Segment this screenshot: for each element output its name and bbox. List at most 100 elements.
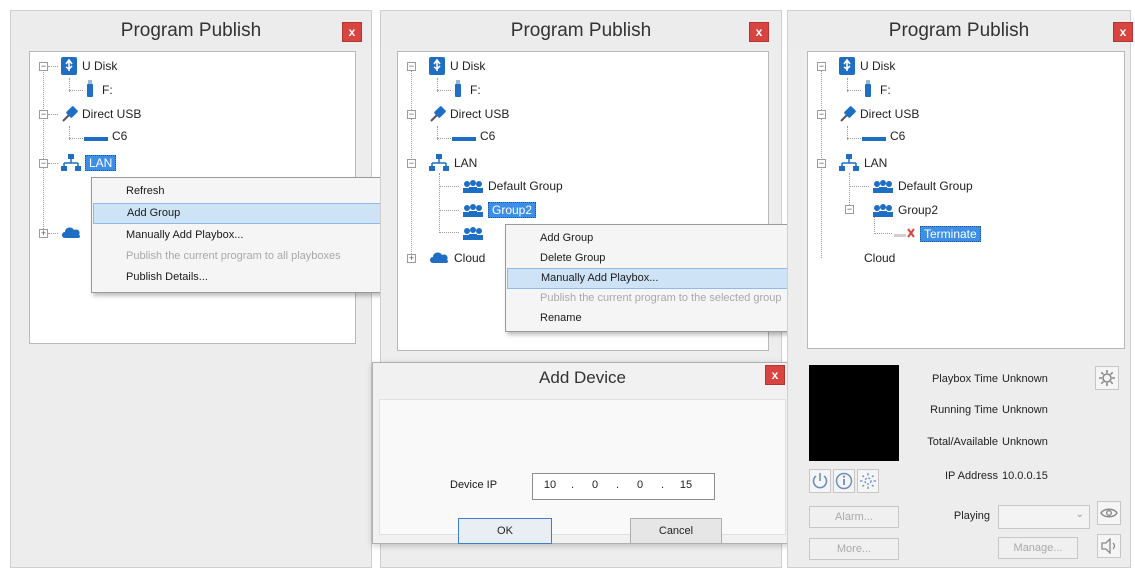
collapse-toggle[interactable]: − [407,159,416,168]
running-time-value: Unknown [1002,404,1048,416]
device-ip-input[interactable]: 10 . 0 . 0 . 15 [532,473,715,500]
more-button[interactable]: More... [809,538,899,560]
collapse-toggle[interactable]: − [817,159,826,168]
power-button[interactable] [809,469,831,493]
program-publish-panel-3: Program Publish x − U Disk F: − Direct U… [787,10,1133,568]
title-bar: Program Publish x [788,11,1133,49]
tree-node-lan[interactable]: LAN [454,153,477,173]
ip-address-value: 10.0.0.15 [1002,470,1048,482]
tree-node-group2[interactable]: Group2 [488,200,537,220]
title-bar: Program Publish x [381,11,781,49]
manage-button[interactable]: Manage... [998,537,1078,559]
tree-node-c6[interactable]: C6 [890,126,905,146]
playing-label: Playing [953,510,990,522]
brightness-button[interactable] [857,469,879,493]
collapse-toggle[interactable]: − [817,110,826,119]
total-available-value: Unknown [1002,436,1048,448]
volume-button[interactable] [1097,534,1121,558]
network-icon [429,154,449,171]
window-title: Program Publish [120,20,262,41]
group-icon [463,227,483,240]
tree-node-drive[interactable]: F: [880,80,891,100]
tree-node-c6[interactable]: C6 [112,126,127,146]
collapse-toggle[interactable]: − [817,62,826,71]
collapse-toggle[interactable]: − [39,110,48,119]
cancel-button[interactable]: Cancel [630,518,722,544]
tree-node-direct-usb[interactable]: Direct USB [450,104,509,124]
collapse-toggle[interactable]: − [407,62,416,71]
group-icon [463,180,483,193]
group-icon [463,204,483,217]
network-icon [61,154,81,171]
chevron-down-icon: ⌄ [1075,509,1084,520]
tree-node-udisk[interactable]: U Disk [450,56,485,76]
tree-node-drive[interactable]: F: [470,80,481,100]
tree-node-default-group[interactable]: Default Group [898,176,973,196]
tree-node-cloud[interactable]: Cloud [454,248,485,268]
device-icon [862,137,886,141]
ip-octet-1[interactable]: 10 [539,479,561,491]
running-time-label: Running Time [930,404,998,416]
ok-button[interactable]: OK [458,518,552,544]
device-icon [452,137,476,141]
tree-node-label: Terminate [920,226,981,242]
collapse-toggle[interactable]: − [39,62,48,71]
preview-button[interactable] [1097,501,1121,525]
tree-node-lan[interactable]: LAN [864,153,887,173]
tree-node-cloud[interactable]: Cloud [864,248,895,268]
alarm-button[interactable]: Alarm... [809,506,899,528]
expand-toggle[interactable]: + [407,254,416,263]
ip-octet-3[interactable]: 0 [629,479,651,491]
network-icon [839,154,859,171]
settings-icon [1099,370,1115,386]
collapse-toggle[interactable]: − [39,159,48,168]
usb-plug-icon [430,106,446,122]
tree-node-udisk[interactable]: U Disk [860,56,895,76]
flash-drive-icon [87,80,93,97]
eye-icon [1100,508,1118,518]
collapse-toggle[interactable]: − [845,205,854,214]
preview-screen [809,365,899,461]
window-title: Program Publish [888,20,1030,41]
expand-toggle[interactable]: + [39,229,48,238]
tree-node-drive[interactable]: F: [102,80,113,100]
tree-node-direct-usb[interactable]: Direct USB [82,104,141,124]
dialog-body: Device IP 10 . 0 . 0 . 15 OK Cancel [379,399,786,544]
ip-address-label: IP Address [945,470,998,482]
tree-node-udisk[interactable]: U Disk [82,56,117,76]
usb-drive-icon [429,57,445,75]
close-button[interactable]: x [749,22,769,42]
playbox-time-value: Unknown [1002,373,1048,385]
cloud-icon [430,252,449,263]
usb-plug-icon [62,106,78,122]
playing-select[interactable]: ⌄ [998,505,1090,529]
flash-drive-icon [865,80,871,97]
dialog-title: Add Device [539,368,626,387]
tree-node-label: Group2 [488,202,537,218]
tree-node-group2[interactable]: Group2 [898,200,938,220]
tree-node-c6[interactable]: C6 [480,126,495,146]
playbox-time-label: Playbox Time [931,373,998,385]
usb-plug-icon [840,106,856,122]
device-tree: − U Disk F: − Direct USB C6 − LAN Defaul… [807,51,1125,349]
usb-drive-icon [839,57,855,75]
title-bar: Program Publish x [11,11,371,49]
device-ip-label: Device IP [450,479,498,491]
ip-octet-4[interactable]: 15 [675,479,697,491]
brightness-icon [860,473,876,489]
tree-node-default-group[interactable]: Default Group [488,176,563,196]
tree-node-direct-usb[interactable]: Direct USB [860,104,919,124]
close-button[interactable]: x [765,365,785,385]
add-device-dialog: Add Device x Device IP 10 . 0 . 0 . 15 O… [372,362,793,544]
window-title: Program Publish [510,20,652,41]
close-button[interactable]: x [1113,22,1133,42]
tree-node-terminate[interactable]: Terminate [920,224,981,244]
disconnected-terminal-icon [894,228,915,238]
group-icon [873,180,893,193]
collapse-toggle[interactable]: − [407,110,416,119]
close-button[interactable]: x [342,22,362,42]
ip-octet-2[interactable]: 0 [584,479,606,491]
settings-button[interactable] [1095,366,1119,390]
tree-node-lan[interactable]: LAN [85,153,117,173]
info-button[interactable] [833,469,855,493]
